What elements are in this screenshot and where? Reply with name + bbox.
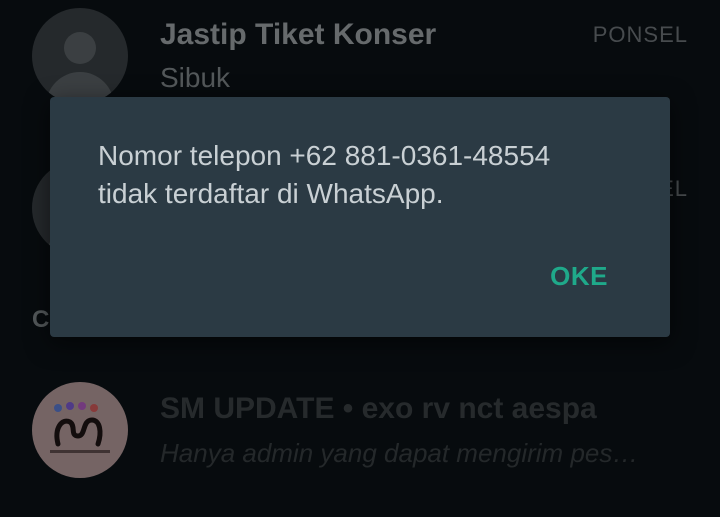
- ok-button[interactable]: OKE: [528, 257, 630, 296]
- dialog-message-line2: tidak terdaftar di WhatsApp.: [98, 178, 444, 209]
- alert-dialog: Nomor telepon +62 881-0361-48554 tidak t…: [50, 97, 670, 337]
- screen: Jastip Tiket Konser Sibuk PONSEL PONSEL …: [0, 0, 720, 517]
- dialog-message: Nomor telepon +62 881-0361-48554 tidak t…: [98, 137, 638, 213]
- dialog-message-line1: Nomor telepon +62 881-0361-48554: [98, 140, 551, 171]
